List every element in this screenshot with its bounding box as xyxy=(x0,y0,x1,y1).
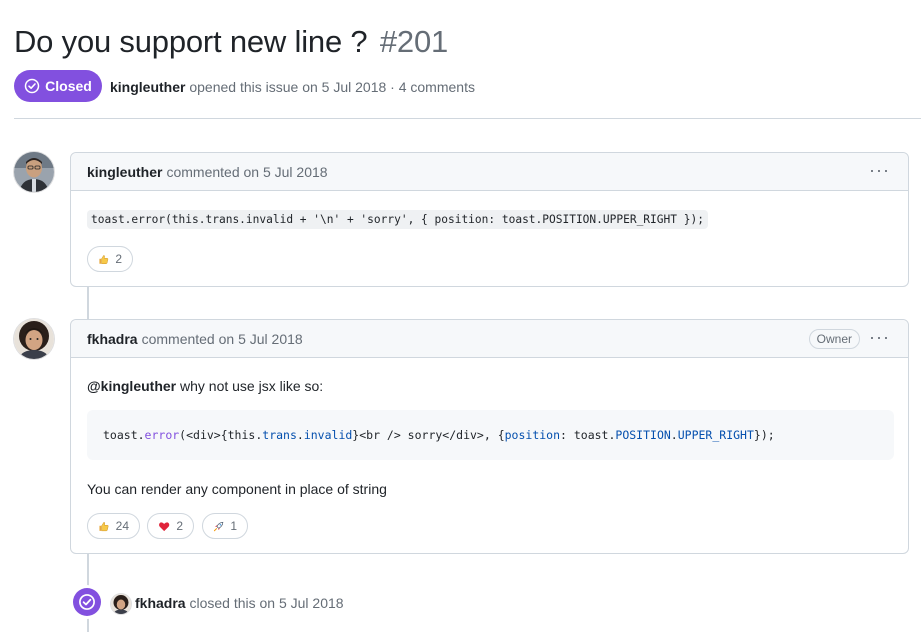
reaction-count: 2 xyxy=(115,252,122,266)
code-token: (<div>{this. xyxy=(179,428,263,442)
code-token: . xyxy=(296,428,304,442)
thumbs-up-icon xyxy=(99,254,109,264)
event-text: closed this on 5 Jul 2018 xyxy=(189,595,344,611)
comment-header: kingleuther commented on 5 Jul 2018 ··· xyxy=(71,153,908,191)
reaction-count: 24 xyxy=(115,519,129,533)
comment-intro: @kingleuther why not use jsx like so: xyxy=(87,378,323,394)
kebab-menu-icon[interactable]: ··· xyxy=(869,161,890,179)
reaction-rocket[interactable]: 1 xyxy=(202,513,248,539)
issue-opened-text: opened this issue on 5 Jul 2018 · 4 comm… xyxy=(189,79,475,95)
code-token: position xyxy=(504,428,561,442)
closed-event: fkhadra closed this on 5 Jul 2018 xyxy=(135,595,344,611)
owner-badge: Owner xyxy=(808,329,860,349)
thumbs-up-icon xyxy=(99,521,109,531)
comment-outro-text: You can render any component in place of… xyxy=(87,481,387,497)
issue-author-link[interactable]: kingleuther xyxy=(110,79,185,95)
issue-title-text: Do you support new line ? xyxy=(14,24,368,59)
inline-code: toast.error(this.trans.invalid + '\n' + … xyxy=(87,210,708,229)
reaction-count: 2 xyxy=(176,519,183,533)
user-mention-link[interactable]: @kingleuther xyxy=(87,378,176,394)
code-token: error xyxy=(144,428,180,442)
state-badge-closed: Closed xyxy=(14,70,102,102)
code-token: POSITION xyxy=(615,428,671,442)
code-token: toast. xyxy=(103,428,145,442)
comment-author-link[interactable]: kingleuther xyxy=(87,164,162,180)
comment-timestamp[interactable]: commented on 5 Jul 2018 xyxy=(166,164,327,180)
closed-event-icon xyxy=(73,588,101,616)
check-circle-icon xyxy=(24,78,40,94)
state-label: Closed xyxy=(45,78,92,94)
issue-number: #201 xyxy=(379,24,449,59)
code-token: UPPER_RIGHT xyxy=(677,428,754,442)
heart-icon xyxy=(159,521,170,531)
reaction-count: 1 xyxy=(230,519,237,533)
reaction-thumbs-up[interactable]: 2 xyxy=(87,246,133,272)
code-block: toast. error (<div>{this. trans. invalid}<br… xyxy=(87,410,894,460)
comment-header: fkhadra commented on 5 Jul 2018 Owner ··… xyxy=(71,320,908,358)
reaction-heart[interactable]: 2 xyxy=(147,513,194,539)
code-token: }); xyxy=(753,428,775,442)
issue-title: Do you support new line ? #201 xyxy=(14,24,448,60)
code-token: }<br /> sorry</div>, { xyxy=(352,428,505,442)
comment-author-link[interactable]: fkhadra xyxy=(87,331,138,347)
check-circle-icon xyxy=(79,594,95,610)
header-divider xyxy=(14,118,921,119)
avatar-fkhadra[interactable] xyxy=(14,319,54,359)
avatar-kingleuther[interactable] xyxy=(14,152,54,192)
comment-card: fkhadra commented on 5 Jul 2018 Owner ··… xyxy=(70,319,909,554)
rocket-icon xyxy=(213,521,224,531)
comment-intro-text: why not use jsx like so: xyxy=(180,378,324,394)
issue-meta: kingleuther opened this issue on 5 Jul 2… xyxy=(110,79,475,95)
code-token: trans xyxy=(262,428,297,442)
code-token: invalid xyxy=(303,428,353,442)
timeline-connector xyxy=(87,286,89,320)
avatar-fkhadra-small[interactable] xyxy=(111,594,131,614)
code-token: . xyxy=(670,428,678,442)
code-token: : toast. xyxy=(560,428,616,442)
reaction-thumbs-up[interactable]: 24 xyxy=(87,513,140,539)
comment-card: kingleuther commented on 5 Jul 2018 ··· … xyxy=(70,152,909,287)
kebab-menu-icon[interactable]: ··· xyxy=(869,328,890,346)
event-author-link[interactable]: fkhadra xyxy=(135,595,186,611)
comment-timestamp[interactable]: commented on 5 Jul 2018 xyxy=(142,331,303,347)
